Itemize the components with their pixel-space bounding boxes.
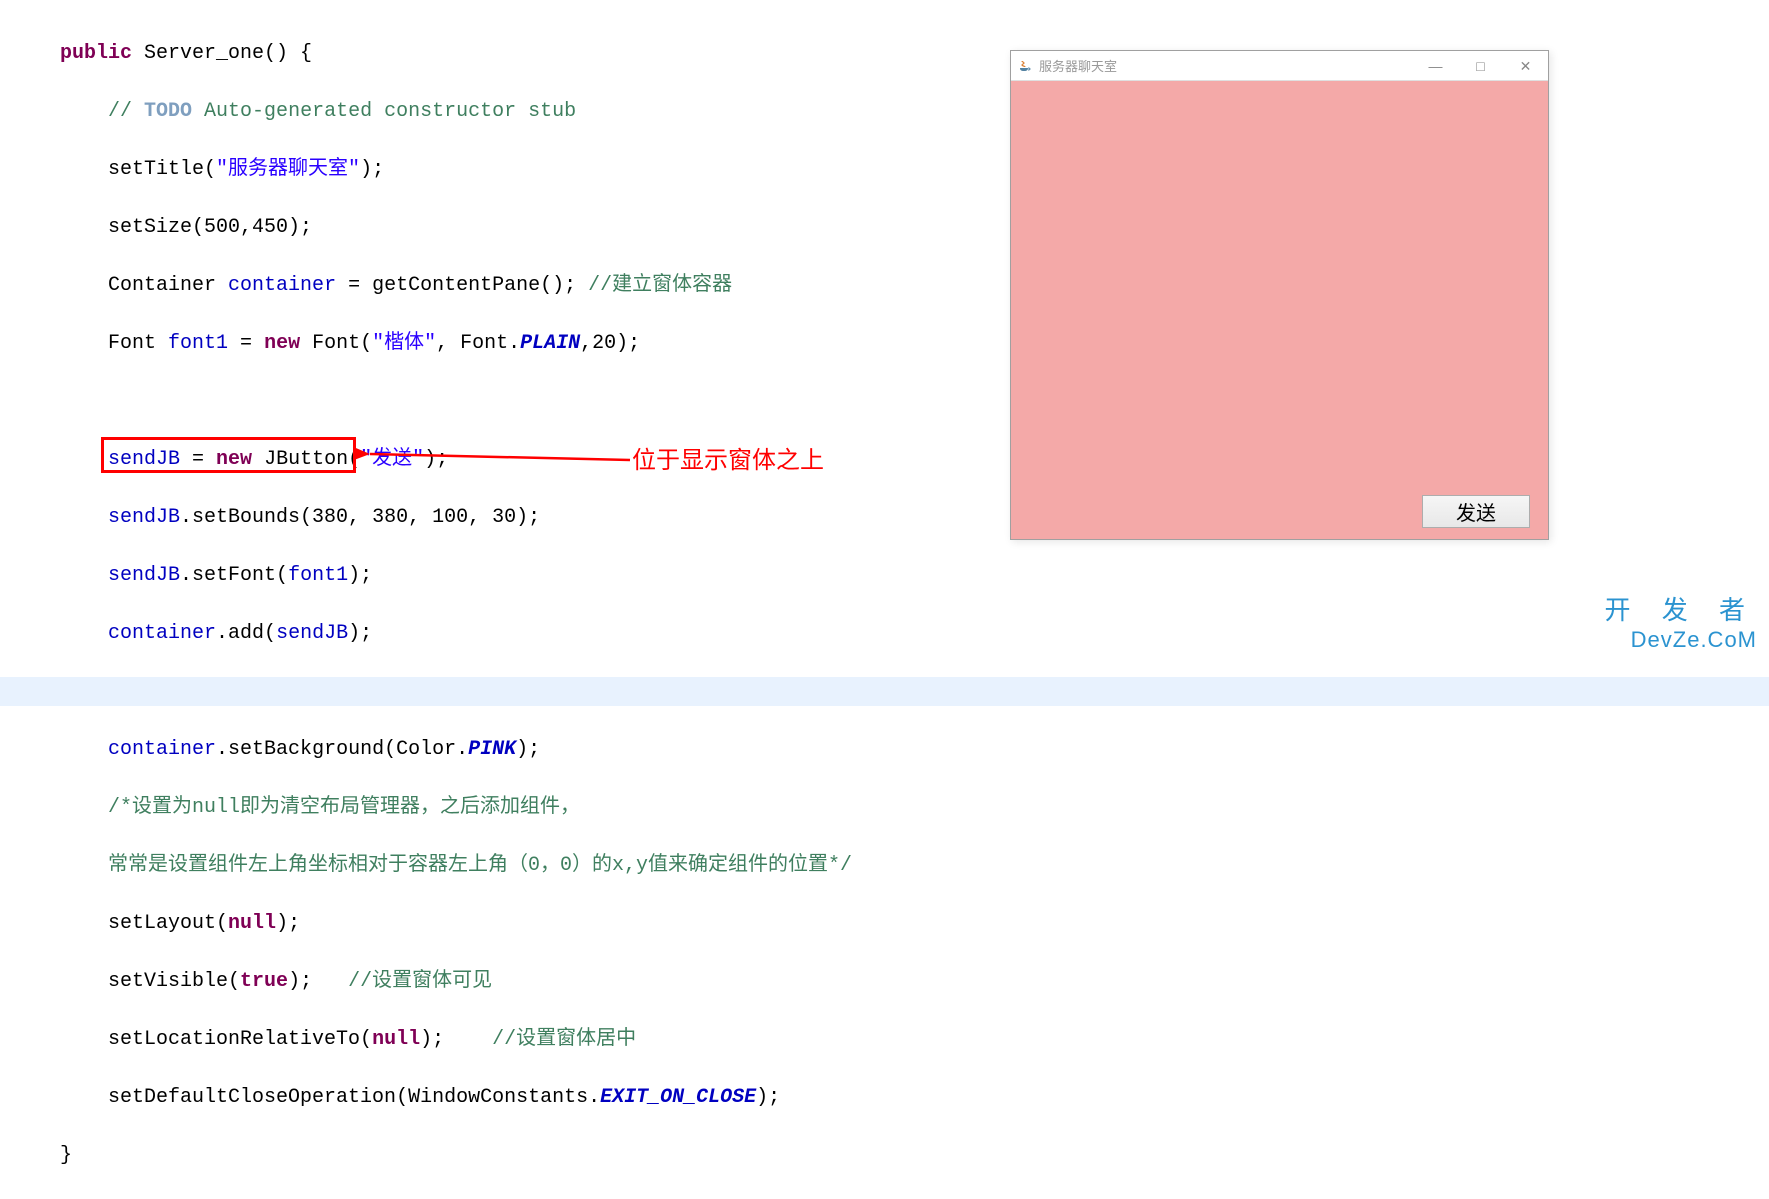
code-text: = bbox=[180, 448, 216, 471]
comment-text: //设置窗体可见 bbox=[348, 970, 492, 993]
code-text: setTitle( bbox=[108, 158, 216, 181]
variable: font1 bbox=[288, 564, 348, 587]
code-text: setDefaultCloseOperation(WindowConstants… bbox=[108, 1086, 600, 1109]
todo-tag: TODO bbox=[144, 100, 192, 123]
watermark-text-top: 开 发 者 bbox=[1605, 590, 1757, 627]
comment-slashes: // bbox=[108, 100, 144, 123]
keyword-public: public bbox=[60, 42, 132, 65]
string-literal: "服务器聊天室" bbox=[216, 158, 360, 181]
watermark-text-bottom: DevZe.CoM bbox=[1605, 627, 1757, 653]
window-content-pane: 发送 bbox=[1011, 81, 1548, 539]
string-literal: "楷体" bbox=[372, 332, 436, 355]
comment-text: //建立窗体容器 bbox=[588, 274, 732, 297]
field: sendJB bbox=[108, 564, 180, 587]
code-text: .setFont( bbox=[180, 564, 288, 587]
code-text: = bbox=[228, 332, 264, 355]
code-text: Font( bbox=[300, 332, 372, 355]
variable: font1 bbox=[168, 332, 228, 355]
field: sendJB bbox=[276, 622, 348, 645]
close-button[interactable]: ✕ bbox=[1503, 52, 1548, 80]
code-text: .setBounds(380, 380, 100, 30); bbox=[180, 506, 540, 529]
code-text: Container bbox=[108, 274, 228, 297]
constant: PINK bbox=[468, 738, 516, 761]
window-title: 服务器聊天室 bbox=[1039, 56, 1413, 75]
string-literal: "发送" bbox=[360, 448, 424, 471]
constant: PLAIN bbox=[520, 332, 580, 355]
code-text: , Font. bbox=[436, 332, 520, 355]
java-swing-window: 服务器聊天室 — □ ✕ 发送 bbox=[1010, 50, 1549, 540]
code-text: JButton( bbox=[252, 448, 360, 471]
maximize-button[interactable]: □ bbox=[1458, 52, 1503, 80]
variable: container bbox=[108, 622, 216, 645]
code-text: ); bbox=[424, 448, 448, 471]
code-text: .add( bbox=[216, 622, 276, 645]
annotation-label: 位于显示窗体之上 bbox=[632, 440, 824, 475]
code-text: ); bbox=[348, 622, 372, 645]
field: sendJB bbox=[108, 448, 180, 471]
variable: container bbox=[228, 274, 336, 297]
code-text: ); bbox=[516, 738, 540, 761]
code-text: = getContentPane(); bbox=[336, 274, 588, 297]
send-button[interactable]: 发送 bbox=[1422, 495, 1530, 528]
code-text: } bbox=[60, 1144, 72, 1167]
keyword-new: new bbox=[264, 332, 300, 355]
code-text: setSize(500,450); bbox=[108, 216, 312, 239]
block-comment: /*设置为null即为清空布局管理器，之后添加组件， bbox=[108, 796, 580, 819]
code-text: setVisible( bbox=[108, 970, 240, 993]
block-comment: 常常是设置组件左上角坐标相对于容器左上角（0，0）的x,y值来确定组件的位置*/ bbox=[108, 854, 852, 877]
comment-text: Auto-generated constructor stub bbox=[192, 100, 576, 123]
keyword-true: true bbox=[240, 970, 288, 993]
keyword-null: null bbox=[372, 1028, 420, 1051]
java-cup-icon bbox=[1017, 58, 1033, 74]
code-text: ); bbox=[360, 158, 384, 181]
code-text: .setBackground(Color. bbox=[216, 738, 468, 761]
constant: EXIT_ON_CLOSE bbox=[600, 1086, 756, 1109]
code-text: ); bbox=[288, 970, 348, 993]
keyword-new: new bbox=[216, 448, 252, 471]
watermark: 开 发 者 DevZe.CoM bbox=[1605, 590, 1757, 653]
code-text: Font bbox=[108, 332, 168, 355]
variable: container bbox=[108, 738, 216, 761]
code-text: Server_one() { bbox=[132, 42, 312, 65]
code-text: setLayout( bbox=[108, 912, 228, 935]
code-text: ,20); bbox=[580, 332, 640, 355]
code-text: ); bbox=[276, 912, 300, 935]
keyword-null: null bbox=[228, 912, 276, 935]
field: sendJB bbox=[108, 506, 180, 529]
code-text: ); bbox=[756, 1086, 780, 1109]
code-text: ); bbox=[420, 1028, 492, 1051]
minimize-button[interactable]: — bbox=[1413, 52, 1458, 80]
code-text: ); bbox=[348, 564, 372, 587]
code-text: setLocationRelativeTo( bbox=[108, 1028, 372, 1051]
comment-text: //设置窗体居中 bbox=[492, 1028, 636, 1051]
window-titlebar[interactable]: 服务器聊天室 — □ ✕ bbox=[1011, 51, 1548, 81]
